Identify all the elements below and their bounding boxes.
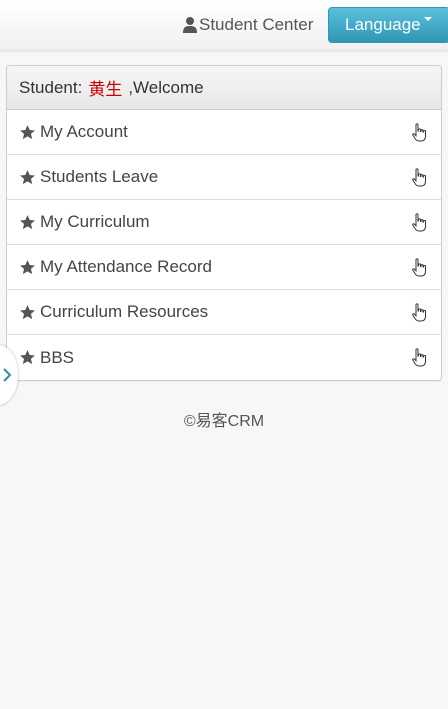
language-dropdown-button[interactable]: Language	[328, 7, 448, 43]
star-icon	[20, 169, 35, 184]
menu-item-my-account[interactable]: My Account	[7, 110, 441, 155]
pointer-hand-icon	[412, 213, 426, 232]
student-menu-panel: Student: 黄生 ,Welcome My Account Students…	[6, 65, 442, 381]
pointer-hand-icon	[412, 348, 426, 367]
pointer-hand-icon	[412, 258, 426, 277]
student-name: 黄生	[88, 80, 123, 99]
menu-item-bbs[interactable]: BBS	[7, 335, 441, 380]
star-icon	[20, 214, 35, 229]
footer-copyright: ©易客CRM	[183, 413, 265, 430]
menu-item-label: Students Leave	[40, 167, 159, 186]
top-navbar: Student Center Language	[0, 0, 448, 51]
menu-item-students-leave[interactable]: Students Leave	[7, 155, 441, 200]
user-icon	[183, 17, 197, 33]
pointer-hand-icon	[412, 168, 426, 187]
star-icon	[20, 124, 35, 139]
menu-item-my-curriculum[interactable]: My Curriculum	[7, 200, 441, 245]
menu-item-my-attendance-record[interactable]: My Attendance Record	[7, 245, 441, 290]
menu-item-label: My Account	[40, 122, 128, 141]
language-button-label: Language	[345, 15, 421, 34]
menu-item-curriculum-resources[interactable]: Curriculum Resources	[7, 290, 441, 335]
welcome-suffix: ,Welcome	[128, 77, 204, 97]
pointer-hand-icon	[412, 123, 426, 142]
menu-item-label: Curriculum Resources	[40, 302, 209, 321]
chevron-right-icon	[3, 368, 12, 382]
menu-item-label: My Curriculum	[40, 212, 150, 231]
star-icon	[20, 259, 35, 274]
welcome-prefix: Student:	[19, 77, 83, 97]
menu-item-label: BBS	[40, 347, 75, 367]
welcome-header: Student: 黄生 ,Welcome	[7, 66, 441, 110]
menu-item-label: My Attendance Record	[40, 257, 212, 276]
star-icon	[20, 304, 35, 319]
star-icon	[20, 350, 35, 365]
caret-down-icon	[423, 17, 432, 21]
pointer-hand-icon	[412, 303, 426, 322]
student-center-link[interactable]: Student Center	[182, 13, 313, 37]
student-center-label: Student Center	[199, 15, 314, 34]
